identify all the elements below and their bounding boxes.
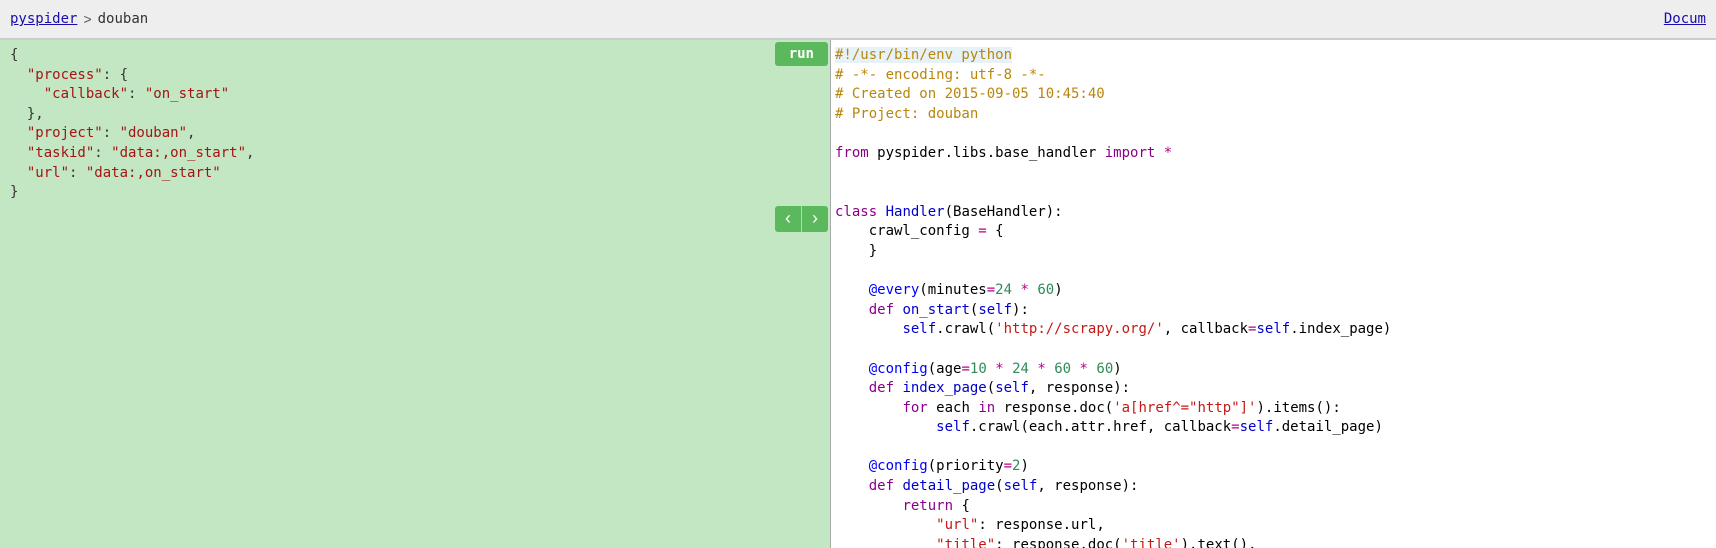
nav-controls: ‹ ›	[775, 206, 828, 232]
code-editor-panel[interactable]: #!/usr/bin/env python # -*- encoding: ut…	[831, 40, 1716, 548]
breadcrumb: pyspider > douban	[10, 11, 148, 27]
run-button[interactable]: run	[775, 42, 828, 66]
nav-prev-button[interactable]: ‹	[775, 206, 801, 232]
task-json-panel[interactable]: run ‹ › { "process": { "callback": "on_s…	[0, 40, 831, 548]
task-json-content[interactable]: { "process": { "callback": "on_start" },…	[10, 46, 820, 203]
documentation-link[interactable]: Docum	[1664, 11, 1706, 27]
header-bar: pyspider > douban Docum	[0, 0, 1716, 40]
breadcrumb-current: douban	[98, 11, 149, 27]
nav-next-button[interactable]: ›	[802, 206, 828, 232]
breadcrumb-separator: >	[83, 11, 91, 27]
main-split: run ‹ › { "process": { "callback": "on_s…	[0, 40, 1716, 548]
breadcrumb-root-link[interactable]: pyspider	[10, 11, 77, 27]
python-code-content[interactable]: #!/usr/bin/env python # -*- encoding: ut…	[835, 46, 1712, 548]
